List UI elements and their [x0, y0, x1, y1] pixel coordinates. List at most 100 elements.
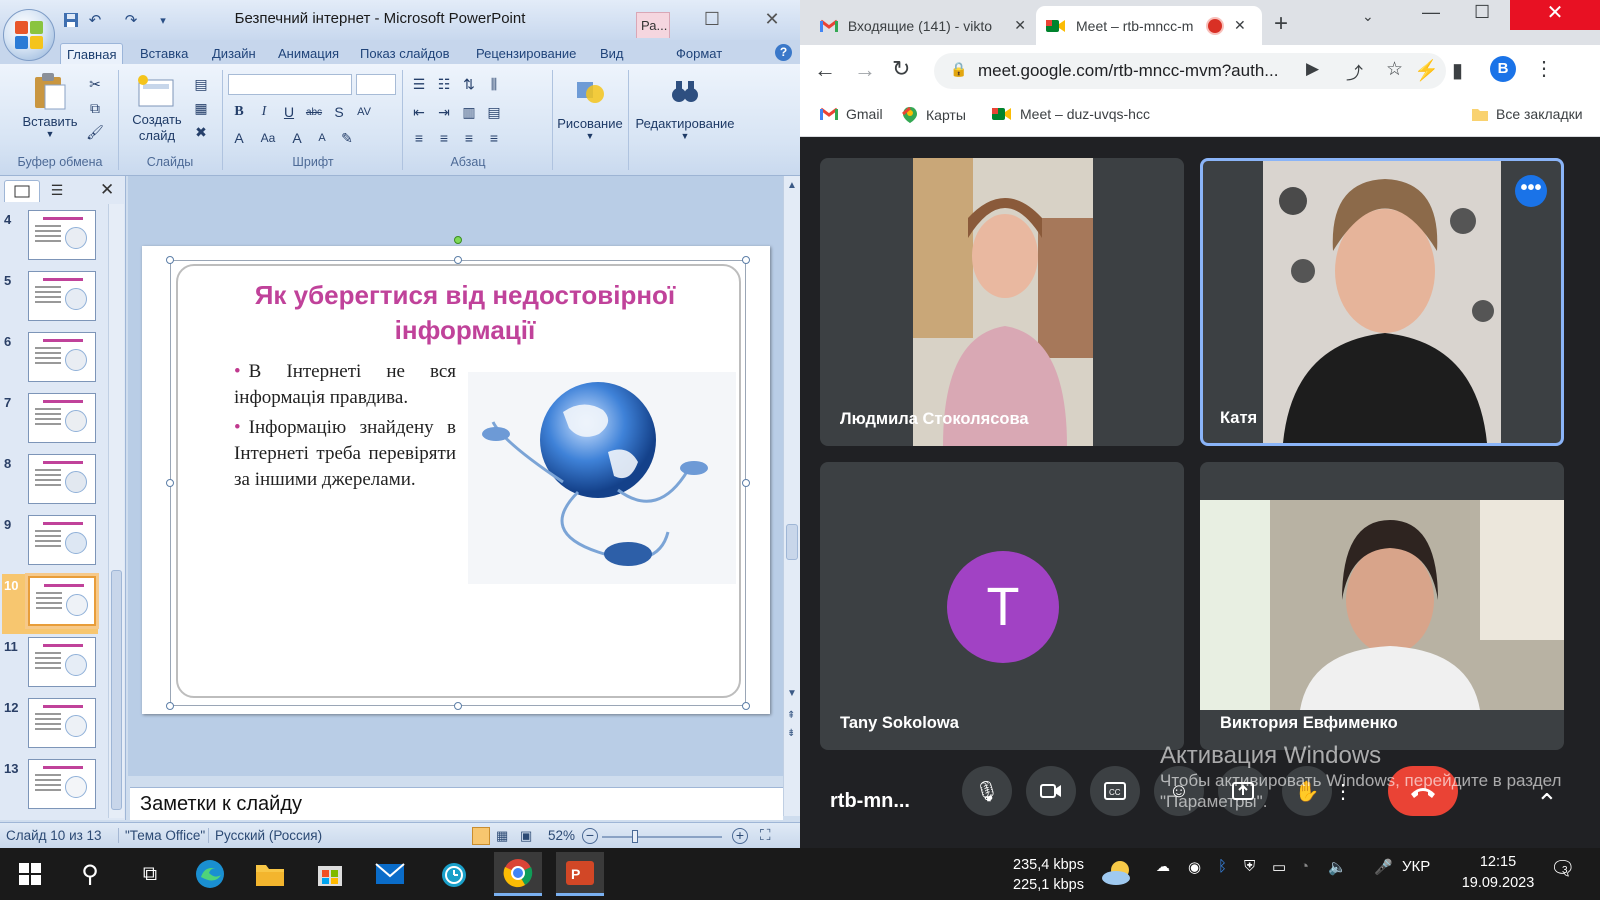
- line-spacing-icon[interactable]: ⇅: [458, 74, 480, 94]
- spacing-button[interactable]: AV: [353, 102, 375, 122]
- fit-to-window-icon[interactable]: ⛶: [760, 827, 771, 844]
- editing-button[interactable]: Редактирование ▼: [630, 76, 740, 141]
- decrease-indent-icon[interactable]: ⇤: [408, 102, 430, 122]
- format-painter-icon[interactable]: 🖌: [84, 122, 106, 142]
- notes-field[interactable]: Заметки к слайду: [130, 787, 783, 820]
- resize-handle[interactable]: [454, 256, 462, 264]
- new-slide-button[interactable]: Создать слайд: [122, 74, 192, 144]
- numbering-icon[interactable]: ☷: [433, 74, 455, 94]
- tab-outline[interactable]: ☰: [42, 182, 72, 202]
- increase-indent-icon[interactable]: ⇥: [433, 102, 455, 122]
- font-size-combo[interactable]: [356, 74, 396, 95]
- search-icon[interactable]: ⚲: [66, 852, 114, 896]
- previous-slide-icon[interactable]: ⇞: [787, 710, 795, 721]
- zoom-slider[interactable]: [602, 836, 722, 838]
- slide-thumbnail[interactable]: [28, 698, 96, 748]
- shrink-font-icon[interactable]: A: [311, 128, 333, 148]
- slide-thumbnail[interactable]: [28, 759, 96, 809]
- resize-handle[interactable]: [742, 479, 750, 487]
- tab-slides[interactable]: [4, 180, 40, 202]
- store-icon[interactable]: [306, 852, 354, 896]
- tab-close-icon[interactable]: ✕: [1234, 17, 1246, 34]
- tab-gmail[interactable]: Входящие (141) - vikto ✕: [810, 6, 1036, 45]
- next-slide-icon[interactable]: ⇟: [787, 728, 795, 739]
- clear-format-icon[interactable]: ✎: [336, 128, 358, 148]
- resize-handle[interactable]: [454, 702, 462, 710]
- scroll-up-icon[interactable]: ▲: [787, 180, 797, 191]
- tray-chrome-icon[interactable]: ◉: [1188, 858, 1201, 876]
- file-explorer-icon[interactable]: [246, 852, 294, 896]
- delete-slide-icon[interactable]: ✖: [190, 122, 212, 142]
- tab-home[interactable]: Главная: [60, 43, 124, 64]
- zoom-level[interactable]: 52%: [548, 828, 575, 843]
- chrome-taskbar-icon[interactable]: [494, 852, 542, 896]
- align-left-icon[interactable]: ≡: [408, 128, 430, 148]
- undo-icon[interactable]: ↶: [84, 10, 106, 30]
- alarms-clock-icon[interactable]: [430, 852, 478, 896]
- tab-search-icon[interactable]: ⌄: [1362, 8, 1374, 25]
- redo-icon[interactable]: ↷: [120, 10, 142, 30]
- onedrive-icon[interactable]: ☁: [1156, 858, 1170, 875]
- resize-handle[interactable]: [742, 256, 750, 264]
- tab-design[interactable]: Дизайн: [206, 43, 262, 64]
- align-right-icon[interactable]: ≡: [458, 128, 480, 148]
- new-tab-icon[interactable]: +: [1274, 10, 1288, 38]
- close-pane-icon[interactable]: ✕: [100, 180, 114, 200]
- task-view-icon[interactable]: ⧉: [126, 852, 174, 896]
- clock[interactable]: 12:15 19.09.2023: [1456, 852, 1540, 894]
- close-window-icon[interactable]: ✕: [1510, 0, 1600, 30]
- resize-handle[interactable]: [166, 702, 174, 710]
- bookmark-maps[interactable]: Карты: [902, 106, 966, 124]
- mail-icon[interactable]: [366, 852, 414, 896]
- slide-thumbnail[interactable]: [28, 454, 96, 504]
- side-panel-icon[interactable]: ▮: [1452, 58, 1463, 83]
- zoom-in-icon[interactable]: +: [732, 828, 748, 844]
- slideshow-view-icon[interactable]: ▣: [520, 828, 532, 844]
- slide-thumbnail[interactable]: [28, 332, 96, 382]
- paste-button[interactable]: Вставить ▼: [14, 72, 86, 139]
- minimize-icon[interactable]: —: [1422, 2, 1440, 23]
- tab-view[interactable]: Вид: [594, 43, 630, 64]
- drawing-button[interactable]: Рисование ▼: [556, 76, 624, 141]
- reset-icon[interactable]: ▦: [190, 98, 212, 118]
- slide-scrollbar[interactable]: ▲ ▼ ⇞ ⇟: [783, 176, 800, 816]
- forward-icon[interactable]: →: [854, 57, 876, 83]
- help-icon[interactable]: ?: [775, 44, 792, 61]
- bookmark-meet[interactable]: Meet – duz-uvqs-hcc: [992, 106, 1150, 122]
- participant-tile[interactable]: Людмила Стоколясова: [820, 158, 1184, 446]
- tray-microphone-icon[interactable]: 🎤: [1374, 858, 1393, 876]
- justify-icon[interactable]: ≡: [483, 128, 505, 148]
- tab-format[interactable]: Формат: [670, 43, 728, 64]
- zoom-slider-thumb[interactable]: [632, 830, 638, 843]
- change-case-icon[interactable]: Aa: [253, 128, 283, 148]
- italic-button[interactable]: I: [253, 102, 275, 122]
- status-language[interactable]: Русский (Россия): [208, 828, 322, 843]
- profile-avatar[interactable]: B: [1490, 56, 1516, 82]
- bookmark-star-icon[interactable]: ☆: [1386, 58, 1403, 81]
- resize-handle[interactable]: [166, 256, 174, 264]
- bold-button[interactable]: B: [228, 102, 250, 122]
- context-tab-drawing-tools[interactable]: Ра...: [636, 12, 670, 38]
- bluetooth-icon[interactable]: ᛒ: [1218, 858, 1227, 875]
- start-button[interactable]: [6, 852, 54, 896]
- layout-icon[interactable]: ▤: [190, 74, 212, 94]
- camera-in-use-icon[interactable]: ▶: [1306, 59, 1319, 79]
- maximize-icon[interactable]: ☐: [694, 6, 730, 32]
- underline-button[interactable]: U: [278, 102, 300, 122]
- close-icon[interactable]: ✕: [754, 6, 790, 32]
- battery-icon[interactable]: ▭: [1272, 858, 1286, 876]
- microphone-button[interactable]: 🎙: [962, 766, 1012, 816]
- scroll-down-icon[interactable]: ▼: [787, 688, 797, 699]
- weather-icon[interactable]: [1100, 858, 1136, 891]
- tab-close-icon[interactable]: ✕: [1014, 17, 1026, 34]
- align-center-icon[interactable]: ≡: [433, 128, 455, 148]
- powerpoint-taskbar-icon[interactable]: P: [556, 852, 604, 896]
- strikethrough-button[interactable]: abc: [303, 102, 325, 122]
- participant-tile-active-speaker[interactable]: ••• Катя: [1200, 158, 1564, 446]
- meeting-code[interactable]: rtb-mn...: [830, 790, 910, 813]
- font-color-icon[interactable]: A: [228, 128, 250, 148]
- align-text-icon[interactable]: ▤: [483, 102, 505, 122]
- all-bookmarks[interactable]: Все закладки: [1472, 106, 1583, 122]
- resize-handle[interactable]: [166, 479, 174, 487]
- columns-icon[interactable]: ⫼: [483, 74, 505, 94]
